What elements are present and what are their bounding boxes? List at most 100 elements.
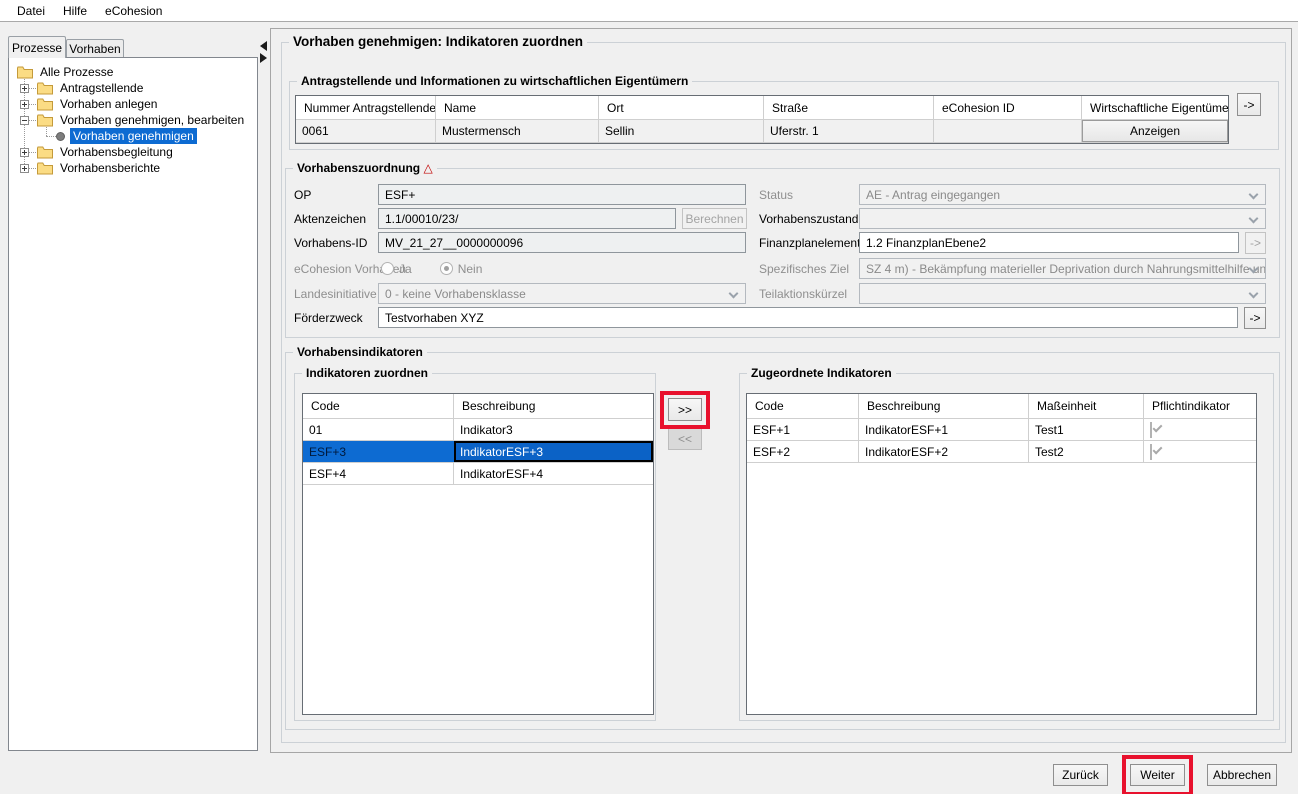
folder-icon	[37, 82, 53, 95]
tree-item-label: Vorhaben genehmigen, bearbeiten	[57, 112, 247, 128]
status-dropdown[interactable]: AE - Antrag eingegangen	[859, 184, 1266, 205]
app-window: Datei Hilfe eCohesion Prozesse Vorhaben …	[0, 0, 1298, 794]
radio-ja[interactable]	[381, 262, 394, 275]
tree-collapse-icon[interactable]	[20, 116, 29, 125]
landesinitiative-label: Landesinitiative	[294, 283, 377, 304]
tree-item-vorhaben-genehmigen[interactable]: Vorhaben genehmigen	[56, 128, 197, 144]
assignment-title-text: Vorhabenszuordnung	[297, 161, 420, 175]
tree-expand-icon[interactable]	[20, 100, 29, 109]
cell-ecohesion-id	[934, 120, 1082, 142]
anzeigen-button[interactable]: Anzeigen	[1082, 120, 1228, 142]
cell-strasse: Uferstr. 1	[764, 120, 934, 142]
tree-item-alle-prozesse[interactable]: Alle Prozesse	[17, 64, 116, 80]
cell-masseinheit: Test1	[1029, 419, 1144, 440]
column-header: Maßeinheit	[1029, 394, 1144, 418]
menu-hilfe[interactable]: Hilfe	[54, 1, 96, 21]
bullet-icon	[56, 132, 65, 141]
indicators-group: Vorhabensindikatoren Indikatoren zuordne…	[285, 352, 1280, 730]
tree-item-label: Alle Prozesse	[37, 64, 116, 80]
tree-item-antragstellende[interactable]: Antragstellende	[37, 80, 146, 96]
tree-item-label: Vorhabensberichte	[57, 160, 163, 176]
tree-item-vorhaben-anlegen[interactable]: Vorhaben anlegen	[37, 96, 160, 112]
column-header: Ort	[599, 96, 764, 119]
op-field[interactable]: ESF+	[378, 184, 746, 205]
cell-beschreibung: IndikatorESF+1	[859, 419, 1029, 440]
applicants-detail-arrow-button[interactable]: ->	[1237, 93, 1261, 116]
cell-code: ESF+1	[747, 419, 859, 440]
table-row[interactable]: 0061 Mustermensch Sellin Uferstr. 1 Anze…	[296, 120, 1228, 143]
teilaktionskuerzel-label: Teilaktionskürzel	[759, 283, 847, 304]
spezifisches-ziel-dropdown[interactable]: SZ 4 m) - Bekämpfung materieller Depriva…	[859, 258, 1266, 279]
cell-eigentuemer: Anzeigen	[1082, 120, 1228, 142]
vorhabenszustand-dropdown[interactable]	[859, 208, 1266, 229]
menu-datei[interactable]: Datei	[8, 1, 54, 21]
vorhabens-id-label: Vorhabens-ID	[294, 232, 367, 253]
cell-name: Mustermensch	[436, 120, 599, 142]
cell-pflichtindikator	[1144, 419, 1256, 440]
tree-expand-icon[interactable]	[20, 148, 29, 157]
tree-item-label: Antragstellende	[57, 80, 146, 96]
column-header: Name	[436, 96, 599, 119]
berechnen-button[interactable]: Berechnen	[682, 208, 747, 229]
landesinitiative-dropdown[interactable]: 0 - keine Vorhabensklasse	[378, 283, 746, 304]
foerderzweck-field[interactable]: Testvorhaben XYZ	[378, 307, 1238, 328]
radio-nein[interactable]	[440, 262, 453, 275]
column-header: Wirtschaftliche Eigentümer	[1082, 96, 1228, 119]
finanzplanelement-field[interactable]: 1.2 FinanzplanEbene2	[859, 232, 1239, 253]
folder-icon	[37, 98, 53, 111]
checkbox-checked-icon	[1150, 422, 1152, 438]
assigned-indicators-group: Zugeordnete Indikatoren Code Beschreibun…	[739, 373, 1274, 721]
table-row[interactable]: ESF+4 IndikatorESF+4	[303, 463, 653, 485]
column-header: Code	[747, 394, 859, 418]
remove-indicator-button[interactable]: <<	[668, 427, 702, 450]
assigned-table-header: Code Beschreibung Maßeinheit Pflichtindi…	[747, 394, 1256, 419]
assign-indicator-button[interactable]: >>	[668, 398, 702, 421]
op-label: OP	[294, 184, 311, 205]
table-row[interactable]: ESF+2 IndikatorESF+2 Test2	[747, 441, 1256, 463]
tree-item-vorhabensbegleitung[interactable]: Vorhabensbegleitung	[37, 144, 176, 160]
tree-item-vorhaben-genehmigen-bearbeiten[interactable]: Vorhaben genehmigen, bearbeiten	[37, 112, 247, 128]
finanzplanelement-label: Finanzplanelement	[759, 232, 860, 253]
abbrechen-button[interactable]: Abbrechen	[1207, 764, 1277, 786]
menu-ecohesion[interactable]: eCohesion	[96, 1, 171, 21]
vorhabens-id-field[interactable]: MV_21_27__0000000096	[378, 232, 746, 253]
tree-expand-icon[interactable]	[20, 84, 29, 93]
page-title: Vorhaben genehmigen: Indikatoren zuordne…	[289, 34, 587, 49]
finanzplanelement-arrow-button[interactable]: ->	[1245, 232, 1266, 254]
available-indicators-title: Indikatoren zuordnen	[302, 366, 432, 380]
weiter-button[interactable]: Weiter	[1130, 764, 1185, 786]
tree-expand-icon[interactable]	[20, 164, 29, 173]
applicants-table-header: Nummer Antragstellende Name Ort Straße e…	[296, 96, 1228, 120]
zurueck-button[interactable]: Zurück	[1053, 764, 1108, 786]
applicants-group: Antragstellende und Informationen zu wir…	[289, 81, 1279, 150]
radio-ja-label: Ja	[399, 262, 412, 276]
column-header: Code	[303, 394, 454, 418]
tree-item-label: Vorhabensbegleitung	[57, 144, 176, 160]
table-row[interactable]: 01 Indikator3	[303, 419, 653, 441]
teilaktionskuerzel-dropdown[interactable]	[859, 283, 1266, 304]
splitter-handle[interactable]	[259, 41, 269, 67]
cell-code: 01	[303, 419, 454, 440]
foerderzweck-label: Förderzweck	[294, 307, 363, 328]
status-label: Status	[759, 184, 793, 205]
cell-nummer: 0061	[296, 120, 436, 142]
cell-beschreibung: IndikatorESF+4	[454, 463, 653, 484]
column-header: Pflichtindikator	[1144, 394, 1256, 418]
foerderzweck-arrow-button[interactable]: ->	[1244, 307, 1266, 329]
tab-prozesse[interactable]: Prozesse	[8, 36, 66, 58]
table-row-selected[interactable]: ESF+3 IndikatorESF+3	[303, 441, 653, 463]
tab-vorhaben[interactable]: Vorhaben	[66, 39, 124, 58]
cell-code: ESF+3	[303, 441, 454, 462]
tree-item-vorhabensberichte[interactable]: Vorhabensberichte	[37, 160, 163, 176]
cell-masseinheit: Test2	[1029, 441, 1144, 462]
aktenzeichen-field[interactable]: 1.1/00010/23/	[378, 208, 676, 229]
available-table-header: Code Beschreibung	[303, 394, 653, 419]
table-row[interactable]: ESF+1 IndikatorESF+1 Test1	[747, 419, 1256, 441]
column-header: Straße	[764, 96, 934, 119]
indicators-group-title: Vorhabensindikatoren	[293, 345, 427, 359]
column-header: eCohesion ID	[934, 96, 1082, 119]
assigned-indicators-title: Zugeordnete Indikatoren	[747, 366, 896, 380]
cell-beschreibung-focused: IndikatorESF+3	[454, 441, 653, 462]
collapse-left-icon	[260, 41, 267, 51]
cell-code: ESF+2	[747, 441, 859, 462]
